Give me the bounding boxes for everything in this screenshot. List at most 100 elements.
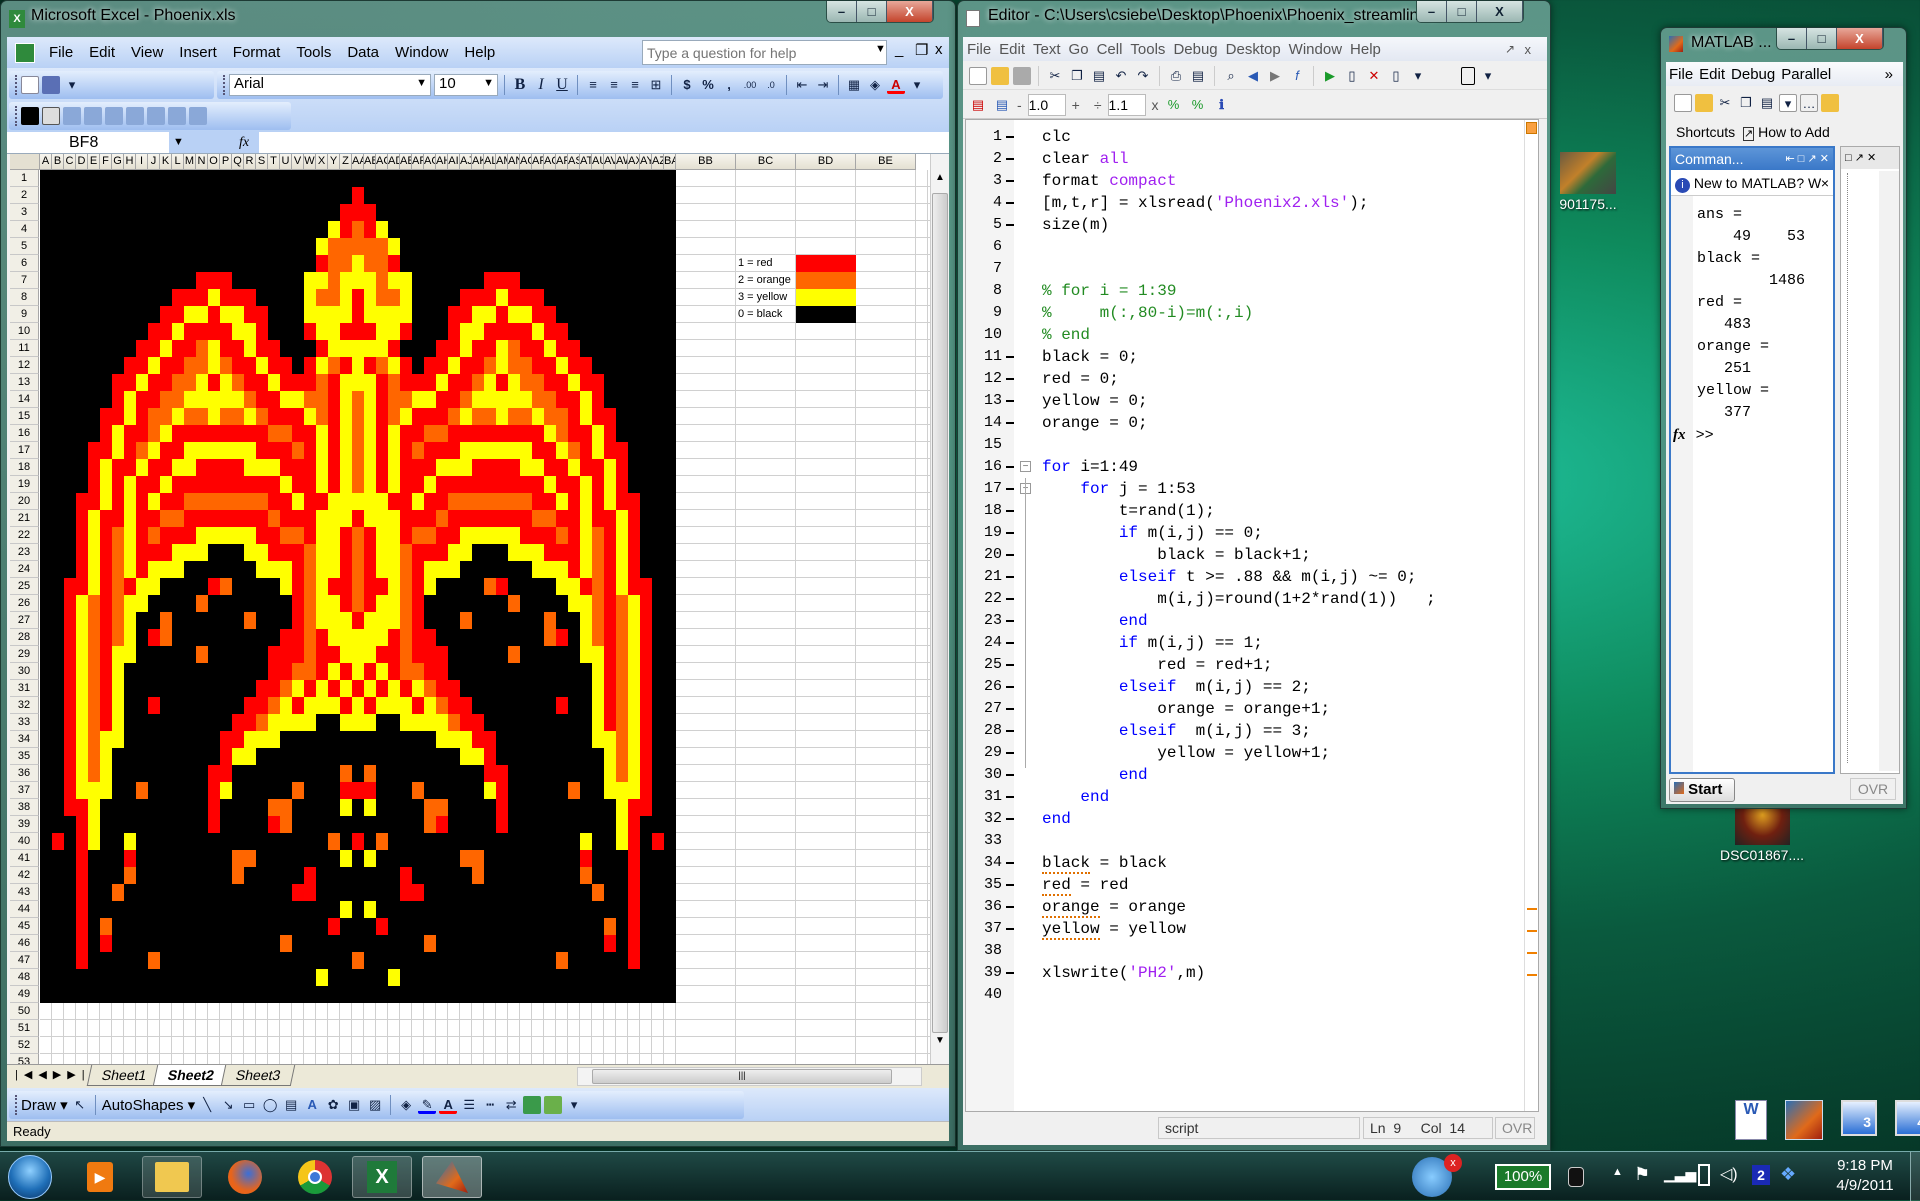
pixel-cell[interactable] xyxy=(364,680,376,697)
pixel-cell[interactable] xyxy=(52,697,64,714)
pixel-cell[interactable] xyxy=(508,697,520,714)
pixel-cell[interactable] xyxy=(292,255,304,272)
pixel-cell[interactable] xyxy=(652,867,664,884)
new-to-matlab-bar[interactable]: i New to MATLAB? W × xyxy=(1671,170,1833,196)
pixel-cell[interactable] xyxy=(640,221,652,238)
pixel-cell[interactable] xyxy=(484,544,496,561)
column-header[interactable]: AM xyxy=(496,154,508,170)
pixel-cell[interactable] xyxy=(256,697,268,714)
pixel-cell[interactable] xyxy=(556,765,568,782)
pixel-cell[interactable] xyxy=(604,204,616,221)
pixel-cell[interactable] xyxy=(292,272,304,289)
pixel-cell[interactable] xyxy=(40,323,52,340)
pixel-cell[interactable] xyxy=(652,782,664,799)
code-line[interactable]: 37 yellow = yellow xyxy=(966,918,1526,940)
pixel-cell[interactable] xyxy=(556,680,568,697)
pixel-cell[interactable] xyxy=(280,833,292,850)
pixel-cell[interactable] xyxy=(352,340,364,357)
pixel-cell[interactable] xyxy=(448,527,460,544)
breakpoint-marker[interactable] xyxy=(1006,796,1014,798)
textbox-icon[interactable]: ▤ xyxy=(282,1096,300,1114)
pixel-cell[interactable] xyxy=(400,833,412,850)
pixel-cell[interactable] xyxy=(112,374,124,391)
command-prompt[interactable]: fx >> xyxy=(1673,424,1833,446)
menu-window[interactable]: Window xyxy=(1285,41,1346,58)
pixel-cell[interactable] xyxy=(52,374,64,391)
pixel-cell[interactable] xyxy=(208,646,220,663)
pixel-cell[interactable] xyxy=(496,272,508,289)
pixel-cell[interactable] xyxy=(400,765,412,782)
pixel-cell[interactable] xyxy=(208,680,220,697)
pixel-cell[interactable] xyxy=(292,714,304,731)
pixel-cell[interactable] xyxy=(508,578,520,595)
pixel-cell[interactable] xyxy=(400,425,412,442)
pixel-cell[interactable] xyxy=(364,306,376,323)
pixel-cell[interactable] xyxy=(220,595,232,612)
pixel-cell[interactable] xyxy=(352,884,364,901)
pixel-cell[interactable] xyxy=(640,459,652,476)
pixel-cell[interactable] xyxy=(40,544,52,561)
pixel-cell[interactable] xyxy=(256,306,268,323)
pixel-cell[interactable] xyxy=(124,255,136,272)
pixel-cell[interactable] xyxy=(556,306,568,323)
pixel-cell[interactable] xyxy=(556,391,568,408)
pixel-cell[interactable] xyxy=(160,340,172,357)
pixel-cell[interactable] xyxy=(412,204,424,221)
row-header[interactable]: 30 xyxy=(10,663,39,680)
pixel-cell[interactable] xyxy=(424,306,436,323)
pixel-cell[interactable] xyxy=(220,816,232,833)
pixel-cell[interactable] xyxy=(40,510,52,527)
pixel-cell[interactable] xyxy=(652,765,664,782)
pixel-cell[interactable] xyxy=(220,578,232,595)
pixel-cell[interactable] xyxy=(268,782,280,799)
pixel-cell[interactable] xyxy=(568,272,580,289)
pixel-cell[interactable] xyxy=(64,476,76,493)
pixel-cell[interactable] xyxy=(40,986,52,1003)
pixel-cell[interactable] xyxy=(412,935,424,952)
pixel-cell[interactable] xyxy=(592,272,604,289)
column-header[interactable]: AH xyxy=(436,154,448,170)
pixel-cell[interactable] xyxy=(316,459,328,476)
pixel-cell[interactable] xyxy=(100,697,112,714)
pixel-cell[interactable] xyxy=(652,969,664,986)
pixel-cell[interactable] xyxy=(232,850,244,867)
pixel-cell[interactable] xyxy=(376,629,388,646)
pixel-cell[interactable] xyxy=(244,238,256,255)
pixel-cell[interactable] xyxy=(196,544,208,561)
pixel-cell[interactable] xyxy=(424,952,436,969)
pixel-cell[interactable] xyxy=(52,680,64,697)
pixel-cell[interactable] xyxy=(484,697,496,714)
pixel-cell[interactable] xyxy=(664,306,676,323)
code-line[interactable]: 16− for i=1:49 xyxy=(966,456,1526,478)
pixel-cell[interactable] xyxy=(364,646,376,663)
pixel-cell[interactable] xyxy=(580,765,592,782)
menu-format[interactable]: Format xyxy=(225,44,289,61)
pixel-cell[interactable] xyxy=(664,918,676,935)
pixel-cell[interactable] xyxy=(520,952,532,969)
code-editor[interactable]: 1 clc 2 clear all 3 format compact 4 [m,t,r] = … xyxy=(965,119,1539,1112)
pixel-cell[interactable] xyxy=(268,238,280,255)
pixel-cell[interactable] xyxy=(64,323,76,340)
pixel-cell[interactable] xyxy=(100,663,112,680)
pixel-cell[interactable] xyxy=(196,714,208,731)
code-line[interactable]: 4 [m,t,r] = xlsread('Phoenix2.xls'); xyxy=(966,192,1526,214)
pixel-cell[interactable] xyxy=(544,748,556,765)
pixel-cell[interactable] xyxy=(328,867,340,884)
pixel-cell[interactable] xyxy=(112,595,124,612)
pixel-cell[interactable] xyxy=(220,969,232,986)
pixel-cell[interactable] xyxy=(640,255,652,272)
taskbar-chrome[interactable] xyxy=(285,1156,345,1198)
pixel-cell[interactable] xyxy=(292,510,304,527)
code-line[interactable]: 6 xyxy=(966,236,1526,258)
pixel-cell[interactable] xyxy=(340,527,352,544)
code-line[interactable]: 7 xyxy=(966,258,1526,280)
pixel-cell[interactable] xyxy=(628,238,640,255)
pixel-cell[interactable] xyxy=(340,476,352,493)
pixel-cell[interactable] xyxy=(340,408,352,425)
pixel-cell[interactable] xyxy=(460,340,472,357)
pixel-cell[interactable] xyxy=(532,357,544,374)
pixel-cell[interactable] xyxy=(304,833,316,850)
column-header[interactable]: AV xyxy=(604,154,616,170)
pixel-cell[interactable] xyxy=(244,459,256,476)
pixel-cell[interactable] xyxy=(628,408,640,425)
